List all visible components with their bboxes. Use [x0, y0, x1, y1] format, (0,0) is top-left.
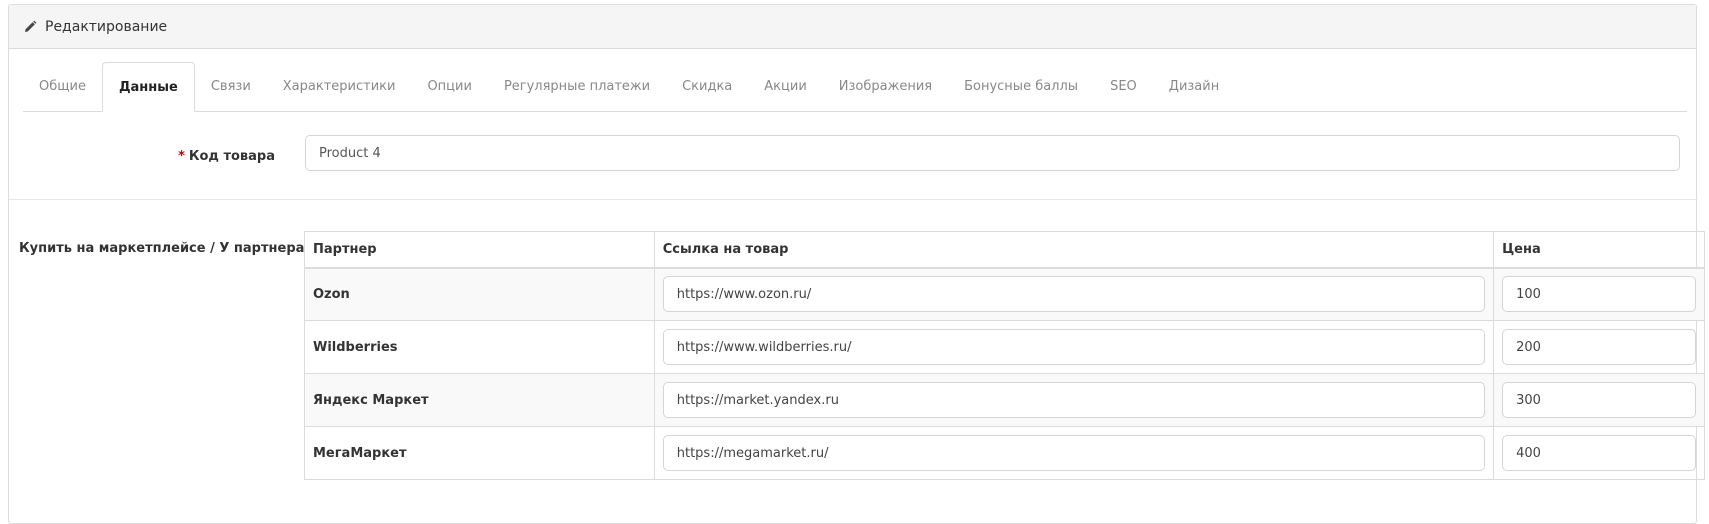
- column-header-link: Ссылка на товар: [653, 231, 1495, 269]
- price-input[interactable]: 100: [1502, 276, 1696, 313]
- tab-links[interactable]: Связи: [195, 62, 267, 111]
- tab-reward-points[interactable]: Бонусные баллы: [948, 62, 1094, 111]
- tab-design[interactable]: Дизайн: [1153, 62, 1235, 111]
- table-row: Яндекс Маркет https://market.yandex.ru 3…: [304, 373, 1705, 427]
- table-row: Ozon https://www.ozon.ru/ 100: [304, 267, 1705, 321]
- partners-table: Партнер Ссылка на товар Цена Ozon https:…: [304, 231, 1705, 480]
- tab-special[interactable]: Акции: [748, 62, 823, 111]
- tab-attributes[interactable]: Характеристики: [267, 62, 412, 111]
- tab-data[interactable]: Данные: [101, 62, 195, 112]
- partner-name: Яндекс Маркет: [313, 392, 429, 408]
- partner-name: Wildberries: [313, 339, 398, 355]
- tab-recurring[interactable]: Регулярные платежи: [488, 62, 666, 111]
- link-input[interactable]: https://www.wildberries.ru/: [662, 329, 1486, 365]
- marketplace-label: Купить на маркетплейсе / У партнера: [19, 241, 305, 256]
- price-input[interactable]: 200: [1502, 329, 1696, 365]
- tab-options[interactable]: Опции: [411, 62, 487, 111]
- product-code-input[interactable]: Product 4: [305, 135, 1680, 171]
- link-input[interactable]: https://www.ozon.ru/: [662, 276, 1486, 313]
- price-input[interactable]: 300: [1502, 382, 1696, 418]
- required-mark: *: [178, 149, 185, 164]
- tab-bar: Общие Данные Связи Характеристики Опции …: [23, 62, 1687, 112]
- product-code-row: * Код товара Product 4: [9, 135, 1698, 200]
- tab-discount[interactable]: Скидка: [666, 62, 748, 111]
- price-input[interactable]: 400: [1502, 435, 1696, 471]
- link-input[interactable]: https://megamarket.ru/: [662, 435, 1486, 471]
- table-row: Wildberries https://www.wildberries.ru/ …: [304, 320, 1705, 374]
- panel-heading: Редактирование: [9, 5, 1696, 49]
- tab-images[interactable]: Изображения: [823, 62, 948, 111]
- column-header-price: Цена: [1493, 231, 1705, 269]
- tab-general[interactable]: Общие: [23, 62, 102, 111]
- column-header-partner: Партнер: [304, 231, 655, 269]
- edit-panel: Редактирование Общие Данные Связи Характ…: [8, 4, 1705, 524]
- pencil-icon: [23, 20, 37, 34]
- tab-seo[interactable]: SEO: [1094, 62, 1153, 111]
- partner-name: Ozon: [313, 286, 350, 302]
- partner-name: МегаМаркет: [313, 445, 407, 461]
- product-code-label: * Код товара: [178, 149, 275, 164]
- table-row: МегаМаркет https://megamarket.ru/ 400: [304, 426, 1705, 480]
- link-input[interactable]: https://market.yandex.ru: [662, 382, 1486, 418]
- panel-title: Редактирование: [45, 18, 168, 35]
